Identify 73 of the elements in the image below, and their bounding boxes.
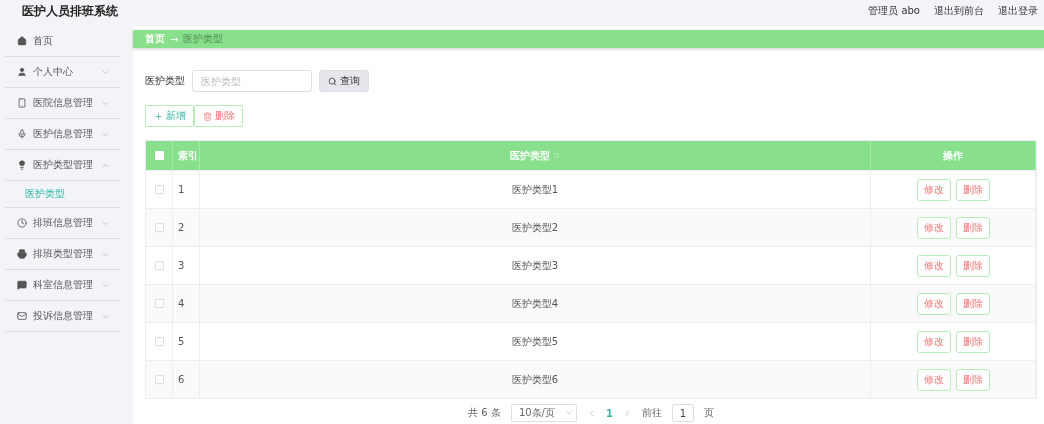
checkbox[interactable]: [154, 299, 164, 308]
sidebar-subitem[interactable]: 医护类型: [5, 181, 120, 208]
table-cell: 4: [178, 298, 185, 309]
sidebar-item[interactable]: 医护信息管理: [5, 119, 120, 150]
breadcrumb-separator: →: [170, 33, 179, 45]
delete-button[interactable]: 删除: [955, 216, 990, 239]
edit-button[interactable]: 修改: [916, 216, 951, 239]
field-label: 医护类型: [145, 74, 185, 88]
phone-icon: [17, 98, 27, 108]
sidebar-item[interactable]: 医护类型管理: [5, 150, 120, 181]
header-link[interactable]: 退出登录: [998, 4, 1038, 18]
page-suffix: 页: [703, 406, 714, 420]
goto-label: 前往: [641, 406, 662, 420]
edit-button[interactable]: 修改: [916, 178, 951, 201]
chevron-icon: [564, 409, 573, 417]
delete-button[interactable]: 删除: [955, 292, 990, 315]
add-button[interactable]: 新增: [145, 105, 194, 127]
column-header[interactable]: 医护类型: [510, 148, 550, 163]
search-button[interactable]: 查询: [319, 70, 369, 92]
checkbox[interactable]: [154, 185, 164, 194]
sidebar-item[interactable]: 首页: [5, 26, 120, 57]
checkbox[interactable]: [154, 261, 164, 270]
lightbulb-icon: [17, 160, 27, 170]
header-link[interactable]: 管理员 abo: [868, 4, 920, 18]
microphone-icon: [17, 129, 27, 139]
search-icon: [328, 76, 337, 86]
table-cell: 1: [178, 184, 185, 195]
table-cell: 5: [178, 336, 185, 347]
sidebar-item[interactable]: 个人中心: [5, 57, 120, 88]
header-link[interactable]: 退出到前台: [934, 4, 984, 18]
edit-button[interactable]: 修改: [916, 292, 951, 315]
mail-icon: [17, 311, 27, 321]
sidebar-item[interactable]: 投诉信息管理: [5, 301, 120, 332]
checkbox[interactable]: [154, 375, 164, 384]
table-cell: 3: [178, 260, 185, 271]
sidebar-item[interactable]: 排班信息管理: [5, 208, 120, 239]
trash-icon: [202, 111, 212, 121]
edit-button[interactable]: 修改: [916, 368, 951, 391]
sidebar-item[interactable]: 科室信息管理: [5, 270, 120, 301]
checkbox[interactable]: [154, 337, 164, 346]
table-cell: 医护类型2: [511, 220, 559, 235]
user-icon: [17, 67, 27, 77]
clock-icon: [17, 218, 27, 228]
home-icon: [17, 36, 27, 46]
sidebar-item[interactable]: 排班类型管理: [5, 239, 120, 270]
table-cell: 2: [178, 222, 185, 233]
page-size-select[interactable]: 10条/页: [510, 404, 577, 422]
sort-icon[interactable]: [553, 152, 560, 159]
page-number[interactable]: 1: [605, 407, 613, 419]
delete-button[interactable]: 删除: [194, 105, 243, 127]
table-cell: 医护类型3: [511, 258, 559, 273]
delete-button[interactable]: 删除: [955, 368, 990, 391]
app-title: 医护人员排班系统: [22, 2, 118, 20]
table-cell: 医护类型6: [511, 372, 559, 387]
table-cell: 医护类型5: [511, 334, 559, 349]
edit-button[interactable]: 修改: [916, 254, 951, 277]
plus-icon: [153, 111, 163, 121]
total-count: 共 6 条: [468, 406, 501, 420]
page-input[interactable]: 1: [671, 404, 694, 422]
table-cell: 6: [178, 374, 185, 385]
column-header: 索引: [178, 148, 198, 163]
table-cell: 医护类型4: [511, 296, 559, 311]
delete-button[interactable]: 删除: [955, 330, 990, 353]
checkbox[interactable]: [154, 223, 164, 232]
edit-button[interactable]: 修改: [916, 330, 951, 353]
table-cell: 医护类型1: [511, 182, 559, 197]
breadcrumb-link[interactable]: 首页: [145, 32, 165, 46]
delete-button[interactable]: 删除: [955, 254, 990, 277]
sidebar-item[interactable]: 医院信息管理: [5, 88, 120, 119]
column-header: 操作: [943, 148, 963, 163]
breadcrumb-current: 医护类型: [183, 32, 224, 46]
chat-icon: [17, 280, 27, 290]
delete-button[interactable]: 删除: [955, 178, 990, 201]
